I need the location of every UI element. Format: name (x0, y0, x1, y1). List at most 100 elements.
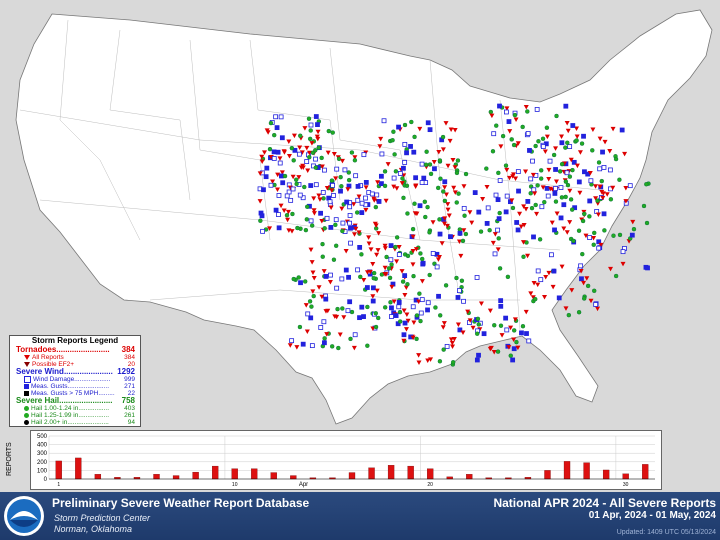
hail-report-marker (437, 217, 442, 222)
hail-report-marker (290, 211, 295, 217)
hist-bar (231, 468, 238, 480)
wind-report-marker (357, 315, 362, 321)
hail-report-marker (335, 306, 340, 312)
wind-report-marker (564, 170, 570, 176)
wind-report-marker (476, 352, 481, 358)
hail-report-marker (476, 322, 481, 327)
wind-report-marker (323, 274, 329, 279)
hail-report-marker (313, 165, 318, 170)
wind-report-marker (503, 209, 509, 215)
hist-bar (75, 457, 82, 480)
hail-report-marker (402, 122, 408, 128)
wind-report-marker (268, 182, 274, 188)
hail-report-marker (427, 230, 432, 235)
wind-report-marker (364, 285, 370, 290)
hail-report-marker (536, 139, 541, 144)
hail-report-marker (284, 213, 290, 218)
hail-report-marker (365, 304, 370, 310)
hist-bar (602, 469, 610, 480)
hail-report-marker (297, 324, 303, 330)
report-date-range: 01 Apr, 2024 - 01 May, 2024 (588, 510, 716, 521)
wind-report-marker (525, 131, 531, 136)
hail-report-marker (405, 253, 411, 259)
wind-report-marker (396, 304, 402, 310)
wind-report-marker (559, 140, 565, 146)
hail-report-marker (566, 312, 572, 318)
wind-report-marker (601, 165, 607, 170)
hail-report-marker (371, 275, 376, 281)
hail-report-marker (521, 254, 526, 259)
wind-report-marker (347, 220, 352, 226)
wind-report-marker (516, 188, 521, 194)
hail-report-marker (496, 170, 501, 176)
hail-report-marker (293, 177, 299, 182)
hail-report-marker (490, 149, 496, 154)
hail-report-marker (390, 138, 395, 143)
hail-report-marker (311, 293, 316, 299)
hail-report-marker (512, 112, 518, 118)
wind-report-marker (315, 122, 320, 127)
hail-report-marker (391, 129, 396, 134)
hail-report-marker (488, 109, 494, 115)
hail-report-marker (511, 142, 517, 148)
hail-report-marker (373, 204, 379, 210)
wind-report-marker (600, 149, 605, 155)
wind-report-marker (347, 299, 353, 305)
hail-report-marker (580, 218, 586, 224)
wind-report-marker (275, 149, 281, 155)
legend-tornado-row: Tornadoes........................ 384 (16, 345, 135, 354)
hail-report-marker (423, 214, 428, 220)
hail-report-marker (393, 244, 398, 250)
wind-report-marker (361, 152, 367, 158)
wind-report-marker (402, 141, 408, 147)
hail-report-marker (405, 282, 410, 287)
wind-report-marker (359, 210, 365, 215)
wind-meas-marker-icon (24, 384, 29, 389)
wind-report-marker (401, 165, 406, 171)
hail-report-marker (321, 196, 326, 201)
hail-report-marker (617, 177, 622, 182)
hail-report-marker (316, 145, 322, 150)
hail-report-marker (423, 162, 429, 167)
hail-report-marker (358, 274, 363, 280)
hail-report-marker (525, 109, 530, 114)
wind-report-marker (274, 125, 280, 131)
hail-report-marker (437, 158, 443, 163)
hail-report-marker (373, 324, 379, 330)
hist-ytick-label: 0 (44, 477, 48, 483)
hail-report-marker (340, 306, 345, 311)
wind-report-marker (381, 118, 387, 124)
hail-report-marker (520, 124, 525, 130)
hail-report-marker (326, 128, 331, 134)
wind-report-marker (369, 191, 375, 197)
hail-report-marker (462, 213, 467, 218)
wind-report-marker (343, 267, 349, 273)
hail-report-marker (442, 198, 448, 204)
wind-report-marker (328, 225, 334, 230)
hail-report-marker (307, 155, 312, 160)
hist-bar (583, 462, 590, 480)
wind-report-marker (578, 263, 584, 269)
hail-report-marker (529, 205, 535, 211)
wind-report-marker (534, 107, 540, 112)
hail-report-marker (298, 133, 303, 138)
hail-report-marker (322, 226, 327, 231)
wind-report-marker (442, 179, 448, 185)
wind-report-marker (271, 156, 277, 161)
hist-bar (172, 475, 180, 480)
wind-report-marker (334, 166, 340, 172)
hist-xtick-label: 20 (427, 482, 433, 488)
hail-report-marker (387, 275, 393, 281)
hail-report-marker (551, 152, 557, 158)
hail-report-marker (459, 278, 465, 283)
wind-report-marker (318, 325, 324, 330)
hail-report-marker (404, 183, 410, 188)
legend-wind-row: Severe Wind...................... 1292 (16, 367, 135, 376)
wind-report-marker (284, 193, 290, 199)
wind-report-marker (308, 218, 314, 224)
hail-report-marker (359, 252, 364, 257)
wind-report-marker (355, 197, 361, 203)
wind-report-marker (531, 234, 536, 240)
hail-report-marker (303, 279, 308, 284)
wind-report-marker (643, 264, 649, 270)
